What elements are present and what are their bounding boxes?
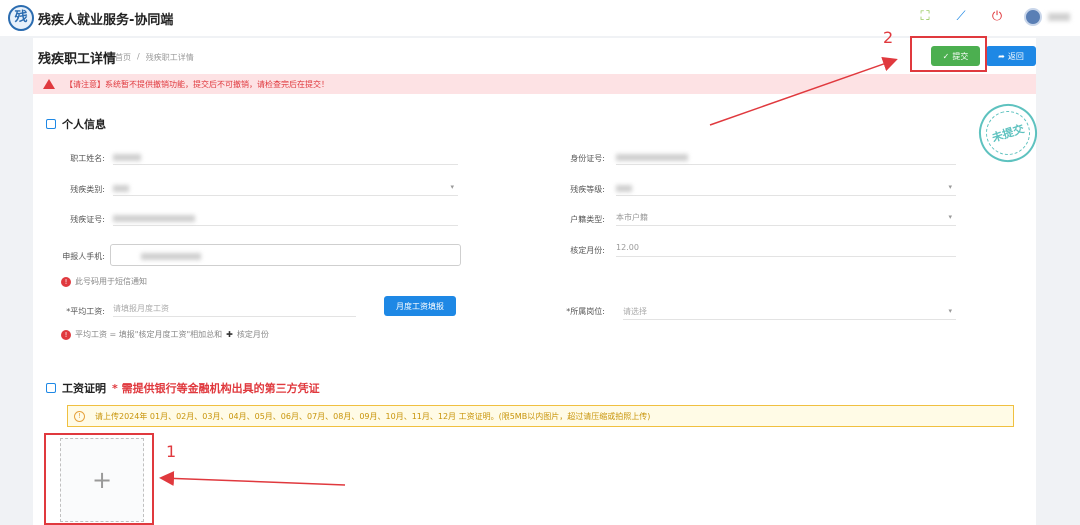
disability-cert-label: 残疾证号: [70, 215, 105, 224]
alert-icon: ! [61, 276, 71, 287]
top-icons: ⛶ ⟋ ⏻ [916, 8, 1070, 26]
page-title: 残疾职工详情 [38, 52, 117, 67]
back-label: 返回 [1007, 51, 1024, 61]
salary-proof-title-text: 工资证明 [62, 382, 106, 395]
position-label: *所属岗位: [566, 307, 605, 316]
power-icon[interactable]: ⏻ [988, 8, 1006, 26]
annotation-marker-1: 1 [166, 442, 177, 461]
salary-proof-required-note: * 需提供银行等金融机构出具的第三方凭证 [112, 382, 320, 395]
upload-notice-text: 请上传2024年 01月、02月、03月、04月、05月、06月、07月、08月… [95, 411, 651, 421]
highlight-box-upload [44, 433, 154, 525]
salary-placeholder: 请填报月度工资 [113, 304, 169, 313]
status-stamp: 未提交 [971, 96, 1045, 170]
personal-info-title: 个人信息 [46, 116, 106, 132]
info-icon [46, 119, 56, 129]
avatar[interactable] [1024, 8, 1042, 26]
name-field[interactable] [113, 151, 458, 165]
salary-label: *平均工资: [66, 307, 105, 316]
upload-doc-icon [46, 383, 56, 393]
phone-hint-text: 此号码用于短信通知 [75, 277, 147, 286]
username-blurred [1048, 13, 1070, 21]
disability-level-label: 残疾等级: [570, 185, 605, 194]
position-placeholder: 请选择 [623, 307, 647, 316]
salary-field[interactable]: 请填报月度工资 [113, 303, 356, 317]
info-circle-icon: ! [74, 410, 85, 422]
chevron-down-icon: ▾ [948, 307, 952, 315]
plus-icon: ✚ [226, 330, 233, 339]
annotation-marker-2: 2 [883, 28, 894, 47]
personal-info-title-text: 个人信息 [62, 118, 106, 131]
salary-hint: ! 平均工资 = 填报"核定月度工资"相加总和 ✚ 核定月份 [61, 329, 269, 340]
main-panel: 残疾职工详情 首页 / 残疾职工详情 ✓ 提交 ➦ 返回 【请注意】系统暂不提供… [33, 38, 1045, 525]
clear-icon[interactable]: ⟋ [952, 8, 970, 26]
warning-text: 【请注意】系统暂不提供撤销功能，提交后不可撤销，请检查完后在提交！ [65, 79, 329, 89]
name-label: 职工姓名: [70, 154, 105, 163]
chevron-down-icon: ▾ [948, 213, 952, 221]
share-arrow-icon: ➦ [998, 51, 1005, 61]
stamp-text: 未提交 [980, 105, 1036, 161]
back-button[interactable]: ➦ 返回 [986, 46, 1036, 66]
app-title: 残疾人就业服务-协同端 [38, 13, 174, 28]
breadcrumb: 首页 / 残疾职工详情 [115, 52, 194, 63]
salary-hint-text: 平均工资 = 填报"核定月度工资"相加总和 [75, 330, 223, 339]
position-select[interactable]: 请选择 ▾ [623, 306, 956, 320]
phone-hint: ! 此号码用于短信通知 [61, 276, 147, 287]
upload-notice: ! 请上传2024年 01月、02月、03月、04月、05月、06月、07月、0… [67, 405, 1014, 427]
highlight-box-submit [910, 36, 987, 72]
breadcrumb-current: 残疾职工详情 [145, 53, 194, 62]
months-value: 12.00 [616, 243, 639, 252]
household-label: 户籍类型: [570, 215, 605, 224]
disability-cert-field[interactable] [113, 212, 458, 226]
months-field: 12.00 [616, 243, 956, 257]
household-value: 本市户籍 [616, 213, 648, 222]
months-label: 核定月份: [570, 246, 605, 255]
fullscreen-icon[interactable]: ⛶ [916, 8, 934, 26]
id-field[interactable] [616, 151, 956, 165]
app-logo: 残 [8, 5, 34, 31]
month-salary-button[interactable]: 月度工资填报 [384, 296, 456, 316]
chevron-down-icon: ▾ [450, 183, 454, 191]
disability-type-select[interactable]: ▾ [113, 182, 458, 196]
id-label: 身份证号: [570, 154, 605, 163]
salary-hint-text-2: 核定月份 [236, 330, 269, 339]
top-bar: 残 残疾人就业服务-协同端 ⛶ ⟋ ⏻ [0, 0, 1080, 36]
chevron-down-icon: ▾ [948, 183, 952, 191]
alert-icon: ! [61, 329, 71, 340]
disability-level-select[interactable]: ▾ [616, 182, 956, 196]
phone-input[interactable] [110, 244, 461, 266]
household-select[interactable]: 本市户籍 ▾ [616, 212, 956, 226]
disability-type-label: 残疾类别: [70, 185, 105, 194]
phone-label: 申报人手机: [62, 252, 105, 261]
warning-icon [43, 79, 55, 89]
breadcrumb-separator: / [137, 52, 140, 61]
breadcrumb-home[interactable]: 首页 [115, 52, 131, 63]
warning-bar: 【请注意】系统暂不提供撤销功能，提交后不可撤销，请检查完后在提交！ [33, 74, 1036, 94]
salary-proof-title: 工资证明 * 需提供银行等金融机构出具的第三方凭证 [46, 380, 320, 396]
